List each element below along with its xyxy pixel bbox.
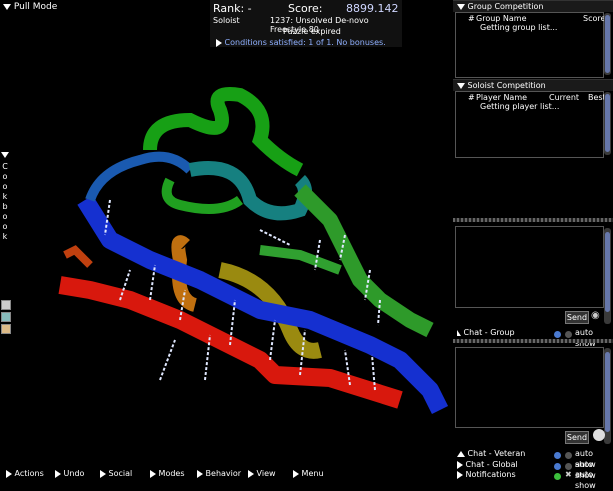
notifications-tab[interactable]: Notifications ✖ auto show — [453, 469, 613, 490]
tool-icon[interactable] — [1, 312, 11, 322]
close-icon[interactable]: ✖ — [565, 469, 572, 480]
menu-label: Behavior — [205, 469, 242, 478]
scrollbar[interactable] — [604, 92, 611, 155]
score-label: Score: — [288, 2, 323, 15]
collapse-icon — [1, 151, 9, 158]
status-icon[interactable] — [554, 473, 561, 480]
soloist-competition-header[interactable]: Soloist Competition — [453, 79, 613, 91]
chat-veteran-tab[interactable]: Chat - Veteran auto show — [453, 448, 613, 469]
expand-icon — [100, 469, 106, 478]
expand-icon — [293, 469, 299, 478]
chat-tab-label: Chat - Global — [465, 460, 518, 469]
col-player-name: Player Name — [476, 93, 528, 102]
bottom-menu-bar: Actions Undo Social Modes Behavior View … — [0, 468, 453, 480]
collapse-icon — [457, 3, 465, 10]
veteran-chat-log[interactable] — [455, 347, 604, 428]
expand-icon — [457, 460, 463, 469]
expand-icon — [248, 469, 254, 478]
col-hash: # — [468, 93, 475, 102]
menu-menu[interactable]: Menu — [293, 468, 324, 480]
menu-label: Actions — [14, 469, 44, 478]
menu-label: Social — [108, 469, 133, 478]
chat-tab-label: Chat - Veteran — [467, 449, 526, 458]
soloist-competition-title: Soloist Competition — [467, 81, 546, 90]
chat-group-tab[interactable]: Chat - Group auto show — [453, 327, 613, 348]
resize-handle[interactable] — [453, 339, 613, 343]
chat-tab-label: Notifications — [465, 470, 516, 479]
menu-modes[interactable]: Modes — [150, 468, 185, 480]
auto-show-label: auto show — [575, 470, 596, 490]
score-panel: Rank: - Score: 8899.142 Soloist 1237: Un… — [210, 0, 402, 47]
menu-social[interactable]: Social — [100, 468, 132, 480]
send-button[interactable]: Send — [565, 311, 589, 324]
cookbook-tab[interactable]: C o o k b o o k — [0, 150, 10, 244]
mode-label: Soloist — [213, 16, 240, 25]
pull-mode-toggle[interactable]: Pull Mode — [3, 2, 57, 12]
group-competition-title: Group Competition — [467, 2, 544, 11]
info-icon[interactable] — [554, 331, 561, 338]
chat-tab-label: Chat - Group — [463, 328, 515, 337]
pull-mode-label: Pull Mode — [13, 2, 58, 12]
expand-icon — [457, 470, 463, 479]
expand-icon — [6, 469, 12, 478]
auto-show-label: auto show — [575, 328, 596, 348]
protein-viewport[interactable] — [10, 12, 453, 467]
group-competition-header[interactable]: Group Competition — [453, 0, 613, 12]
col-group-name: Group Name — [476, 14, 527, 23]
expand-icon — [197, 469, 203, 478]
expand-icon — [55, 469, 61, 478]
puzzle-status: Puzzle expired — [283, 27, 341, 36]
col-score: Score — [583, 14, 606, 23]
collapse-icon — [457, 82, 465, 89]
col-current: Current — [549, 93, 580, 102]
expand-icon — [216, 38, 222, 47]
tool-icon[interactable] — [1, 300, 11, 310]
toggle-icon[interactable] — [565, 331, 572, 338]
player-list: # Player Name Current Best Getting playe… — [455, 91, 606, 158]
col-hash: # — [468, 14, 475, 23]
resize-handle[interactable] — [453, 218, 613, 222]
menu-actions[interactable]: Actions — [6, 468, 44, 480]
player-loading: Getting player list... — [480, 102, 560, 111]
send-button[interactable]: Send — [565, 431, 589, 444]
cookbook-label: C o o k b o o k — [2, 162, 8, 241]
scrollbar[interactable] — [604, 13, 611, 75]
menu-view[interactable]: View — [248, 468, 276, 480]
rank-label: Rank: - — [213, 2, 252, 15]
menu-label: Menu — [301, 469, 324, 478]
menu-label: Undo — [63, 469, 85, 478]
tool-icon[interactable] — [1, 324, 11, 334]
conditions-text: Conditions satisfied: 1 of 1. No bonuses… — [224, 38, 386, 47]
right-panel: Group Competition # Group Name Score Get… — [453, 0, 613, 490]
scrollbar[interactable] — [604, 348, 611, 444]
score-value: 8899.142 — [346, 2, 399, 15]
info-icon[interactable] — [554, 452, 561, 459]
group-chat-log[interactable] — [455, 226, 604, 308]
conditions-toggle[interactable]: Conditions satisfied: 1 of 1. No bonuses… — [216, 38, 386, 47]
clock-icon[interactable] — [593, 429, 605, 441]
menu-undo[interactable]: Undo — [55, 468, 84, 480]
menu-label: View — [256, 469, 276, 478]
expand-icon — [457, 329, 461, 336]
collapse-icon — [3, 3, 11, 10]
menu-label: Modes — [158, 469, 185, 478]
camera-icon[interactable]: ◉ — [591, 310, 603, 322]
scrollbar[interactable] — [604, 228, 611, 324]
group-list: # Group Name Score Getting group list... — [455, 12, 606, 78]
collapse-icon — [457, 450, 465, 457]
menu-behavior[interactable]: Behavior — [197, 468, 241, 480]
group-loading: Getting group list... — [480, 23, 558, 32]
toggle-icon[interactable] — [565, 452, 572, 459]
expand-icon — [150, 469, 156, 478]
